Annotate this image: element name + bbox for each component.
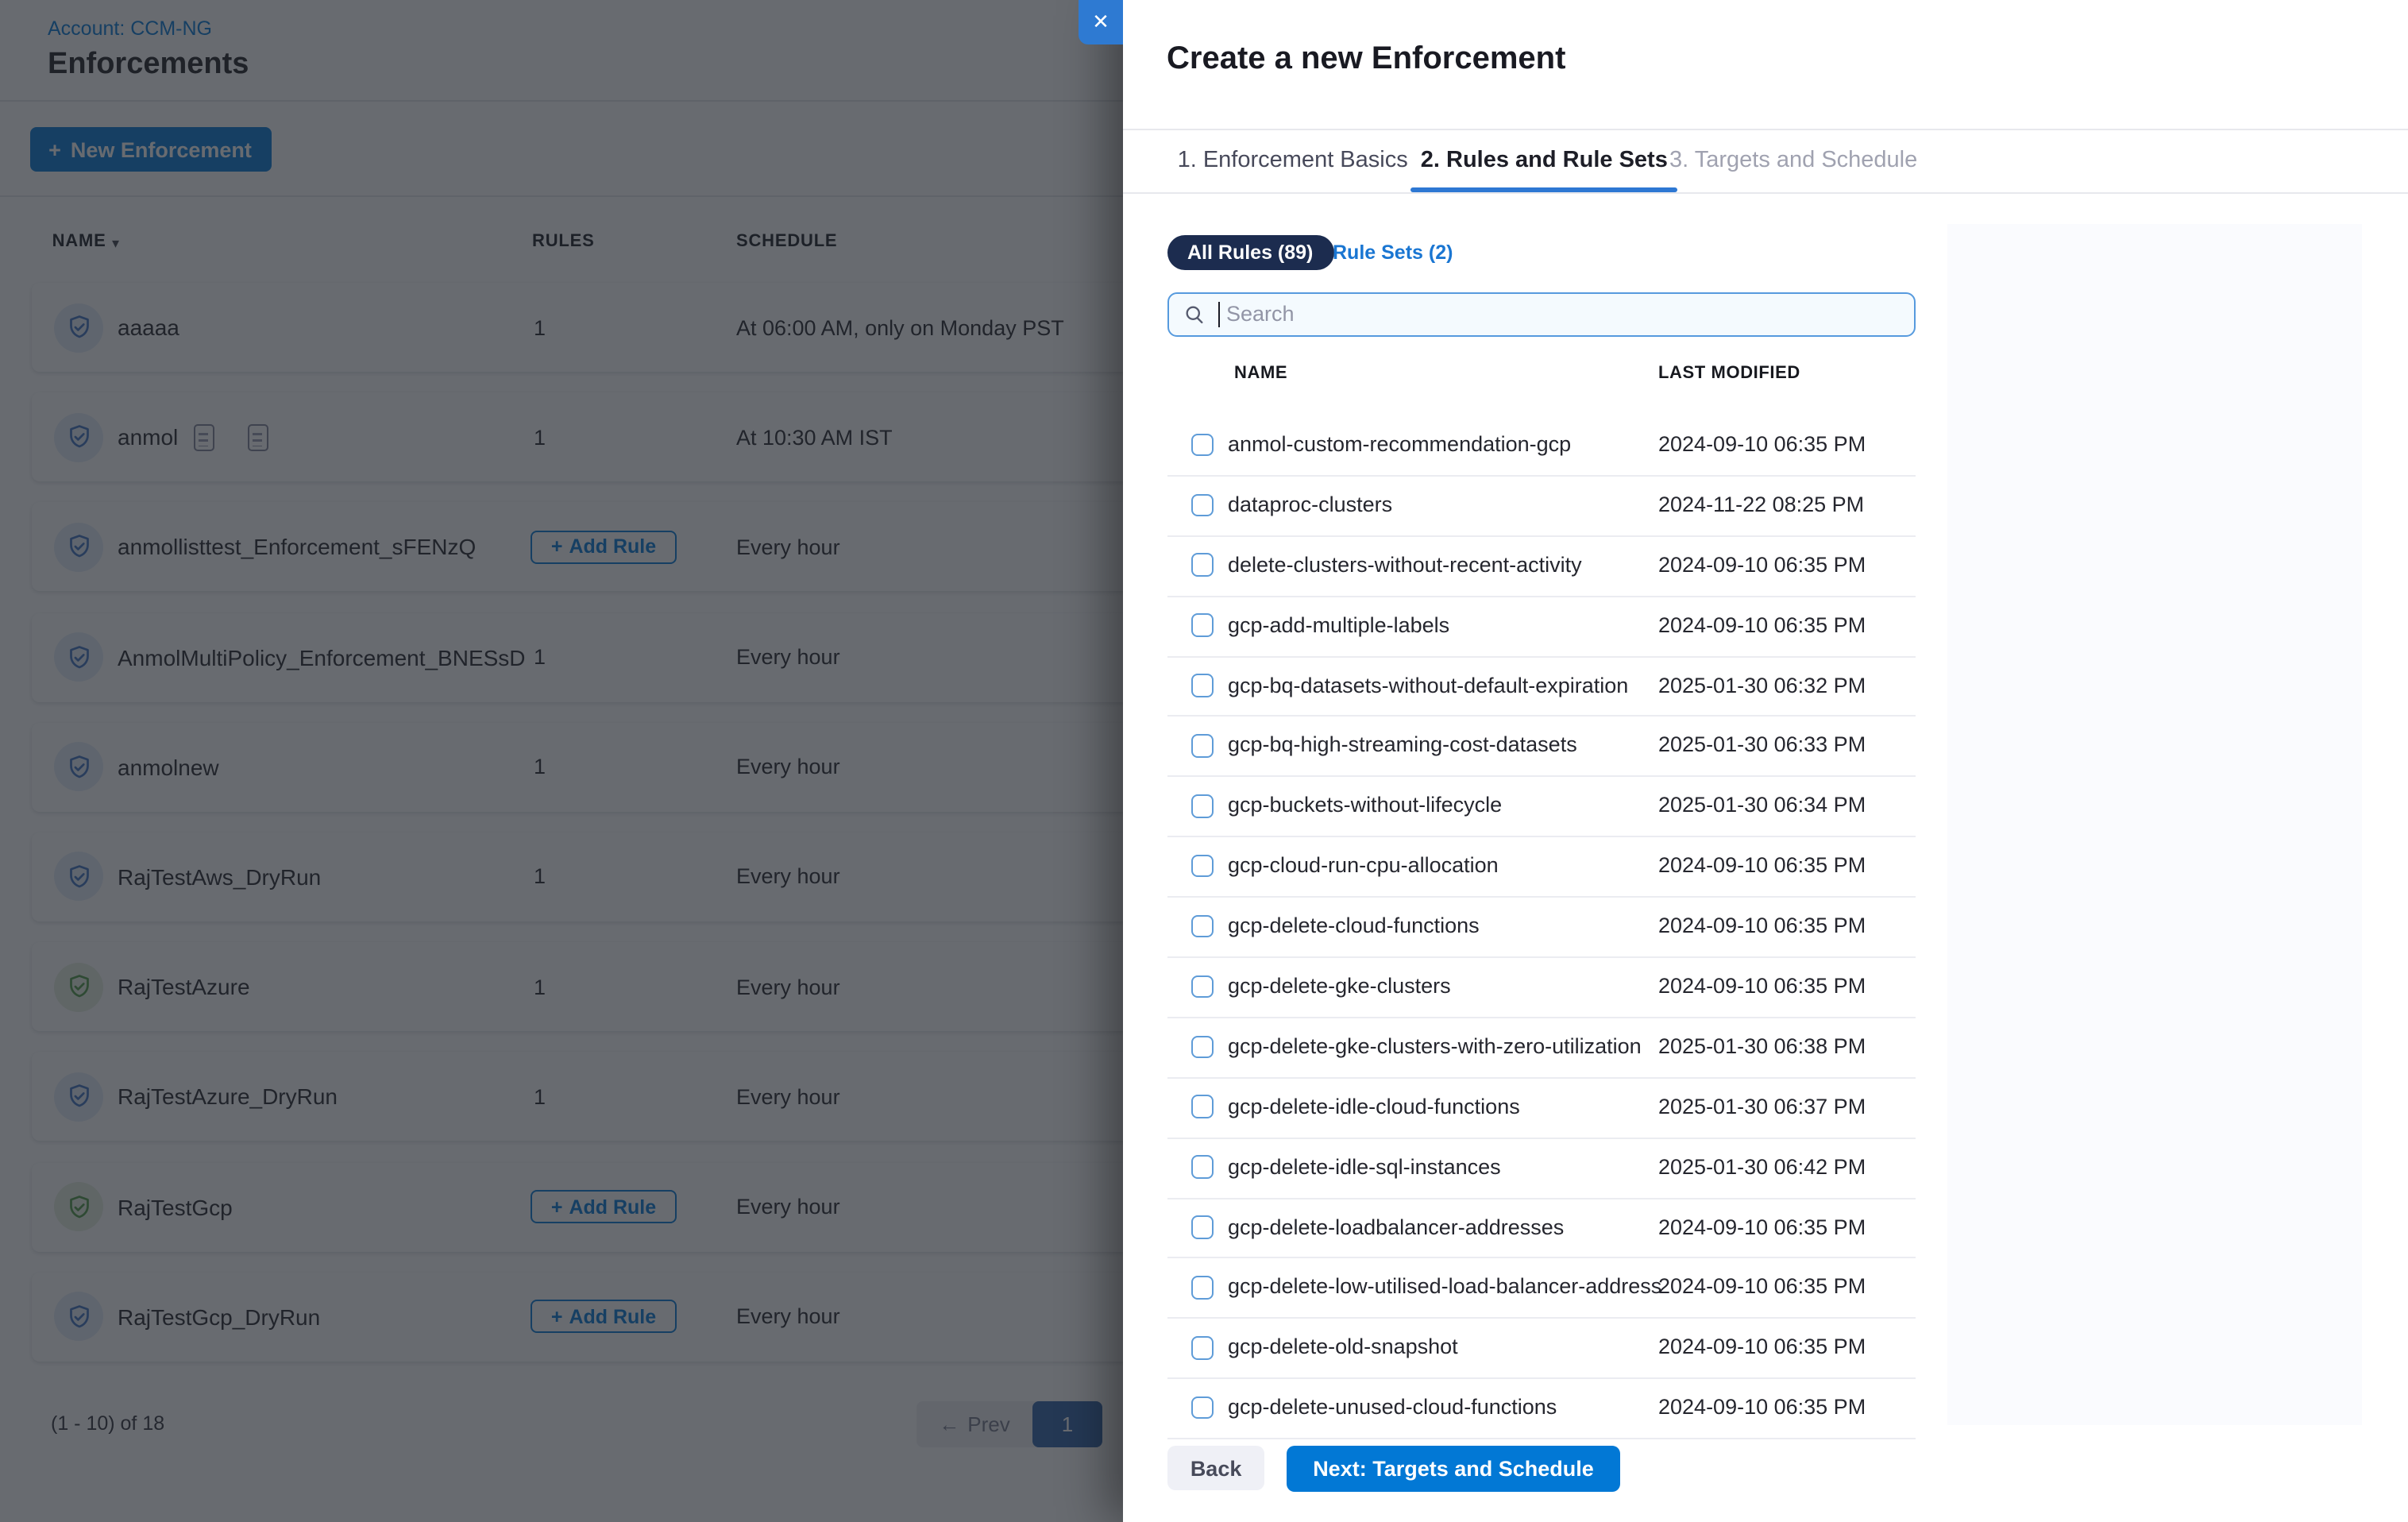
wizard-tabs: 1. Enforcement Basics 2. Rules and Rule …	[1123, 130, 2408, 192]
rule-row[interactable]: gcp-delete-loadbalancer-addresses 2024-0…	[1167, 1199, 1916, 1259]
rule-last-modified: 2024-11-22 08:25 PM	[1658, 477, 1864, 535]
rule-row[interactable]: gcp-add-multiple-labels 2024-09-10 06:35…	[1167, 597, 1916, 657]
rule-checkbox[interactable]	[1190, 794, 1214, 817]
rule-name: gcp-delete-gke-clusters	[1228, 958, 1451, 1017]
close-button[interactable]: ✕	[1079, 0, 1123, 44]
rule-last-modified: 2024-09-10 06:35 PM	[1658, 416, 1866, 475]
rule-name: delete-clusters-without-recent-activity	[1228, 537, 1582, 596]
rule-checkbox[interactable]	[1190, 614, 1214, 637]
rule-checkbox[interactable]	[1190, 915, 1214, 938]
rule-last-modified: 2024-09-10 06:35 PM	[1658, 537, 1866, 596]
rule-last-modified: 2025-01-30 06:32 PM	[1658, 657, 1866, 716]
tab-enforcement-basics[interactable]: 1. Enforcement Basics	[1178, 130, 1408, 192]
search-input[interactable]	[1223, 301, 1900, 328]
rule-name: gcp-cloud-run-cpu-allocation	[1228, 837, 1499, 896]
divider	[1123, 192, 2408, 194]
rules-header-modified: LAST MODIFIED	[1658, 364, 1800, 383]
rule-name: gcp-bq-high-streaming-cost-datasets	[1228, 717, 1577, 776]
rule-name: gcp-delete-low-utilised-load-balancer-ad…	[1228, 1259, 1661, 1318]
rule-last-modified: 2024-09-10 06:35 PM	[1658, 1319, 1866, 1378]
rule-name: anmol-custom-recommendation-gcp	[1228, 416, 1571, 475]
rule-name: gcp-delete-old-snapshot	[1228, 1319, 1458, 1378]
rule-row[interactable]: dataproc-clusters 2024-11-22 08:25 PM	[1167, 477, 1916, 537]
rule-checkbox[interactable]	[1190, 1035, 1214, 1058]
rule-name: gcp-delete-unused-cloud-functions	[1228, 1380, 1557, 1439]
search-box	[1167, 292, 1916, 337]
rule-checkbox[interactable]	[1190, 674, 1214, 697]
rule-last-modified: 2024-09-10 06:35 PM	[1658, 958, 1866, 1017]
rule-last-modified: 2024-09-10 06:35 PM	[1658, 1259, 1866, 1318]
rule-last-modified: 2024-09-10 06:35 PM	[1658, 597, 1866, 655]
rule-checkbox[interactable]	[1190, 554, 1214, 577]
rule-last-modified: 2024-09-10 06:35 PM	[1658, 1380, 1866, 1439]
rule-name: gcp-buckets-without-lifecycle	[1228, 778, 1502, 836]
search-icon	[1183, 303, 1205, 326]
rule-checkbox[interactable]	[1190, 855, 1214, 878]
rule-checkbox[interactable]	[1190, 975, 1214, 998]
rule-row[interactable]: gcp-delete-low-utilised-load-balancer-ad…	[1167, 1259, 1916, 1319]
rule-last-modified: 2025-01-30 06:33 PM	[1658, 717, 1866, 776]
screen: Account: CCM-NG Enforcements + New Enfor…	[0, 0, 2408, 1522]
rules-header-name: NAME	[1234, 364, 1287, 383]
rule-checkbox[interactable]	[1190, 1396, 1214, 1420]
rule-name: gcp-delete-gke-clusters-with-zero-utiliz…	[1228, 1018, 1642, 1077]
rules-list: anmol-custom-recommendation-gcp 2024-09-…	[1167, 416, 1916, 1439]
rule-last-modified: 2024-09-10 06:35 PM	[1658, 837, 1866, 896]
rule-last-modified: 2024-09-10 06:35 PM	[1658, 898, 1866, 956]
rule-row[interactable]: gcp-delete-old-snapshot 2024-09-10 06:35…	[1167, 1319, 1916, 1380]
rule-last-modified: 2025-01-30 06:37 PM	[1658, 1079, 1866, 1138]
rule-sets-filter[interactable]: Rule Sets (2)	[1333, 234, 1453, 270]
rule-checkbox[interactable]	[1190, 1216, 1214, 1239]
all-rules-filter[interactable]: All Rules (89)	[1167, 234, 1333, 270]
rule-checkbox[interactable]	[1190, 1336, 1214, 1359]
rule-checkbox[interactable]	[1190, 1276, 1214, 1299]
rule-row[interactable]: gcp-delete-gke-clusters 2024-09-10 06:35…	[1167, 958, 1916, 1018]
rule-name: gcp-add-multiple-labels	[1228, 597, 1449, 655]
tab-rules-and-rule-sets[interactable]: 2. Rules and Rule Sets	[1421, 130, 1668, 192]
rule-preview-panel	[1947, 225, 2363, 1426]
close-icon: ✕	[1092, 10, 1109, 35]
rule-row[interactable]: delete-clusters-without-recent-activity …	[1167, 537, 1916, 597]
rule-row[interactable]: gcp-buckets-without-lifecycle 2025-01-30…	[1167, 778, 1916, 838]
rule-row[interactable]: gcp-bq-high-streaming-cost-datasets 2025…	[1167, 717, 1916, 778]
rule-row[interactable]: gcp-delete-cloud-functions 2024-09-10 06…	[1167, 898, 1916, 958]
rule-checkbox[interactable]	[1190, 734, 1214, 757]
rule-row[interactable]: gcp-delete-idle-sql-instances 2025-01-30…	[1167, 1138, 1916, 1199]
tab-targets-and-schedule[interactable]: 3. Targets and Schedule	[1669, 130, 1917, 192]
rule-last-modified: 2025-01-30 06:38 PM	[1658, 1018, 1866, 1077]
rule-checkbox[interactable]	[1190, 493, 1214, 516]
rule-checkbox[interactable]	[1190, 1156, 1214, 1179]
rule-row[interactable]: gcp-delete-unused-cloud-functions 2024-0…	[1167, 1380, 1916, 1440]
rule-last-modified: 2025-01-30 06:34 PM	[1658, 778, 1866, 836]
rule-last-modified: 2024-09-10 06:35 PM	[1658, 1199, 1866, 1257]
rule-name: gcp-delete-cloud-functions	[1228, 898, 1480, 956]
rule-name: gcp-delete-idle-sql-instances	[1228, 1138, 1501, 1197]
rule-name: dataproc-clusters	[1228, 477, 1392, 535]
rule-row[interactable]: gcp-delete-idle-cloud-functions 2025-01-…	[1167, 1079, 1916, 1139]
create-enforcement-modal: ✕ Create a new Enforcement 1. Enforcemen…	[1123, 0, 2408, 1522]
rule-name: gcp-bq-datasets-without-default-expirati…	[1228, 657, 1628, 716]
rules-list-header: NAME LAST MODIFIED	[1167, 364, 1916, 399]
rule-row[interactable]: gcp-cloud-run-cpu-allocation 2024-09-10 …	[1167, 837, 1916, 898]
back-button[interactable]: Back	[1167, 1447, 1265, 1491]
text-caret	[1218, 302, 1220, 327]
rule-checkbox[interactable]	[1190, 1095, 1214, 1118]
rule-row[interactable]: gcp-bq-datasets-without-default-expirati…	[1167, 657, 1916, 717]
modal-title: Create a new Enforcement	[1167, 41, 1565, 78]
rule-row[interactable]: anmol-custom-recommendation-gcp 2024-09-…	[1167, 416, 1916, 477]
next-targets-schedule-button[interactable]: Next: Targets and Schedule	[1287, 1446, 1620, 1491]
rule-name: gcp-delete-loadbalancer-addresses	[1228, 1199, 1564, 1257]
rule-last-modified: 2025-01-30 06:42 PM	[1658, 1138, 1866, 1197]
rule-checkbox[interactable]	[1190, 433, 1214, 456]
rule-name: gcp-delete-idle-cloud-functions	[1228, 1079, 1520, 1138]
rule-row[interactable]: gcp-delete-gke-clusters-with-zero-utiliz…	[1167, 1018, 1916, 1079]
